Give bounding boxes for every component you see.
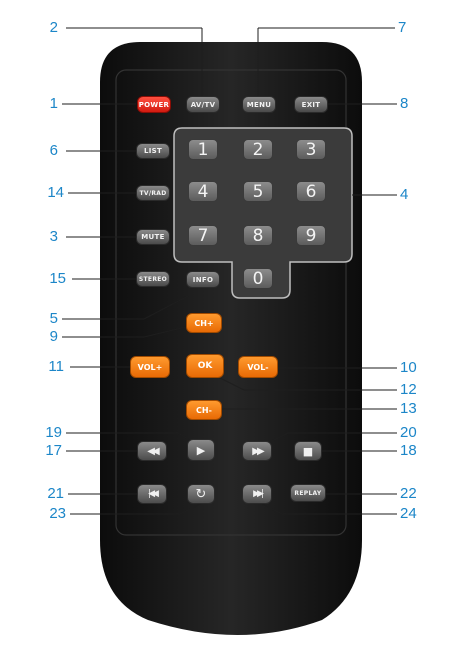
volume-up-button[interactable]: VOL+	[130, 356, 170, 378]
callout-11: 11	[48, 358, 64, 375]
volume-down-button[interactable]: VOL-	[238, 356, 278, 378]
callout-15: 15	[49, 270, 66, 287]
callout-13: 13	[400, 400, 417, 417]
menu-button[interactable]: MENU	[242, 96, 276, 113]
digit-5-button[interactable]: 5	[243, 181, 273, 202]
rewind-icon[interactable]: ◀◀	[137, 441, 167, 461]
list-button[interactable]: LIST	[136, 143, 170, 159]
replay-button[interactable]: REPLAY	[290, 484, 326, 502]
callout-22: 22	[400, 485, 417, 502]
previous-track-icon[interactable]: |◀◀	[137, 484, 167, 504]
play-icon[interactable]: ▶	[187, 439, 215, 461]
exit-button[interactable]: EXIT	[294, 96, 328, 113]
callout-19: 19	[45, 424, 62, 441]
power-button[interactable]: POWER	[137, 96, 171, 113]
next-track-icon[interactable]: ▶▶|	[242, 484, 272, 504]
ok-button[interactable]: OK	[186, 354, 224, 378]
callout-9: 9	[49, 328, 58, 345]
callout-21: 21	[47, 485, 64, 502]
digit-1-button[interactable]: 1	[188, 139, 218, 160]
callout-10: 10	[400, 359, 417, 376]
info-button[interactable]: INFO	[186, 271, 220, 288]
channel-up-button[interactable]: CH+	[186, 313, 222, 333]
callout-1: 1	[49, 95, 58, 112]
callout-4: 4	[400, 186, 409, 203]
av-tv-button[interactable]: AV/TV	[186, 96, 220, 113]
stereo-button[interactable]: STEREO	[136, 271, 170, 287]
repeat-icon[interactable]: ↻	[187, 484, 215, 504]
callout-8: 8	[400, 95, 409, 112]
callout-12: 12	[400, 381, 417, 398]
callout-14: 14	[47, 184, 64, 201]
digit-3-button[interactable]: 3	[296, 139, 326, 160]
callout-7: 7	[398, 19, 407, 36]
callout-6: 6	[49, 142, 58, 159]
digit-8-button[interactable]: 8	[243, 225, 273, 246]
digit-2-button[interactable]: 2	[243, 139, 273, 160]
fast-forward-icon[interactable]: ▶▶	[242, 441, 272, 461]
callout-23: 23	[49, 505, 66, 522]
callout-24: 24	[400, 505, 417, 522]
tv-rad-button[interactable]: TV/RAD	[136, 185, 170, 201]
callout-18: 18	[400, 442, 417, 459]
callout-20: 20	[400, 424, 417, 441]
callout-2: 2	[49, 19, 58, 36]
digit-6-button[interactable]: 6	[296, 181, 326, 202]
callout-3: 3	[49, 228, 58, 245]
digit-7-button[interactable]: 7	[188, 225, 218, 246]
stop-icon[interactable]: ■	[294, 441, 322, 461]
mute-button[interactable]: MUTE	[136, 229, 170, 245]
channel-down-button[interactable]: CH-	[186, 400, 222, 420]
digit-4-button[interactable]: 4	[188, 181, 218, 202]
digit-9-button[interactable]: 9	[296, 225, 326, 246]
remote-diagram	[62, 27, 397, 635]
digit-0-button[interactable]: 0	[243, 268, 273, 289]
callout-17: 17	[45, 442, 62, 459]
callout-5: 5	[49, 310, 58, 327]
